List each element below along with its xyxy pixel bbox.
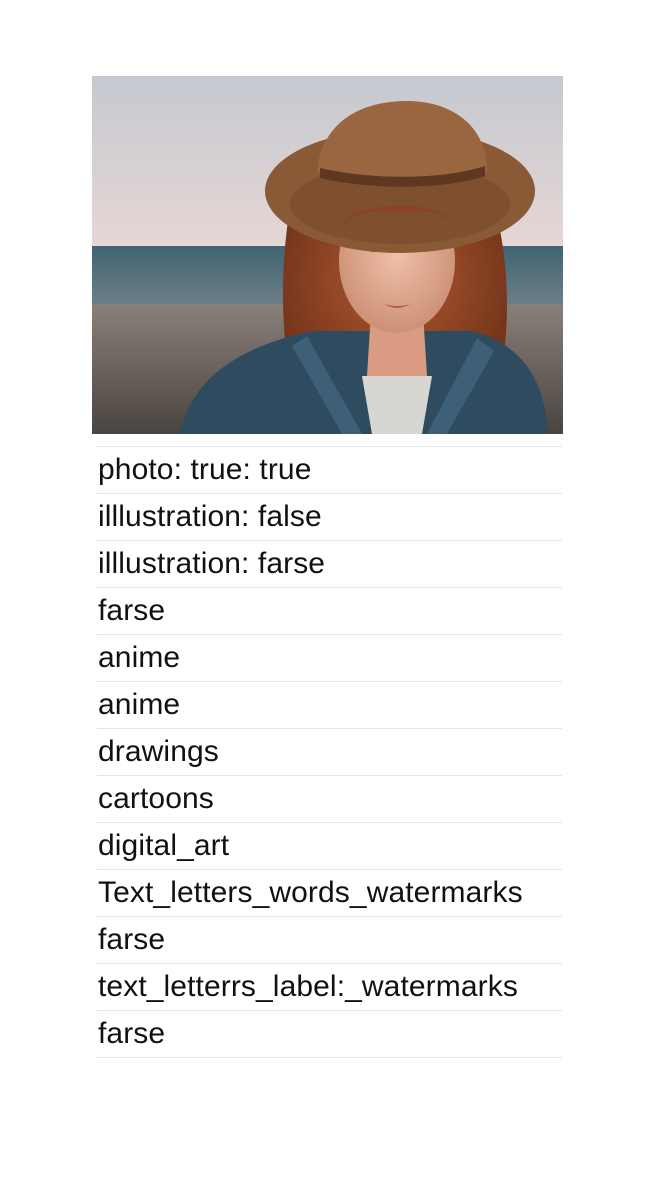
label-list: photo: true: true illlustration: false i… <box>97 446 562 1058</box>
list-item: anime <box>97 682 562 729</box>
list-item: illlustration: farse <box>97 541 562 588</box>
portrait-photo <box>92 76 563 434</box>
list-item-text: illlustration: false <box>98 500 322 533</box>
list-item-text: farse <box>98 594 166 627</box>
list-item: anime <box>97 635 562 682</box>
list-item-text: digital_art <box>98 829 230 862</box>
list-item: farse <box>97 917 562 964</box>
list-item-text: text_letterrs_label:_watermarks <box>98 970 518 1003</box>
list-item-text: cartoons <box>98 782 214 815</box>
list-item-text: illlustration: farse <box>98 547 326 580</box>
list-item-text: farse <box>98 923 166 956</box>
list-item-text: Text_letters_words_watermarks <box>98 876 523 909</box>
list-item-text: photo: true: true <box>98 453 312 486</box>
list-item: Text_letters_words_watermarks <box>97 870 562 917</box>
list-item: digital_art <box>97 823 562 870</box>
list-item: cartoons <box>97 776 562 823</box>
list-item-text: farse <box>98 1017 166 1050</box>
list-item: text_letterrs_label:_watermarks <box>97 964 562 1011</box>
list-item: illlustration: false <box>97 494 562 541</box>
list-item-text: drawings <box>98 735 219 768</box>
list-item: photo: true: true <box>97 447 562 494</box>
list-item: farse <box>97 1011 562 1058</box>
list-item: drawings <box>97 729 562 776</box>
list-item: farse <box>97 588 562 635</box>
list-item-text: anime <box>98 641 181 674</box>
portrait-illustration <box>92 76 563 434</box>
list-item-text: anime <box>98 688 181 721</box>
